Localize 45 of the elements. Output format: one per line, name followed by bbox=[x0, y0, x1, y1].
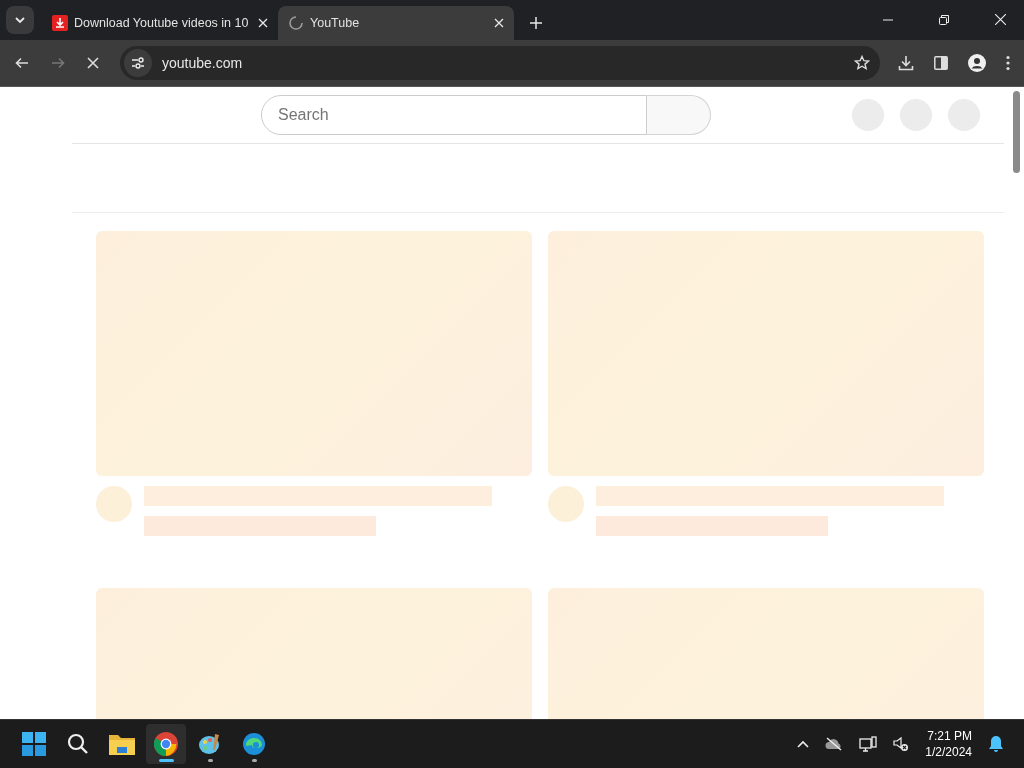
speaker-muted-icon[interactable] bbox=[893, 736, 910, 752]
edge-browser-icon bbox=[242, 732, 266, 756]
tab-title: Download Youtube videos in 10 bbox=[74, 16, 250, 30]
running-indicator bbox=[208, 759, 213, 762]
new-tab-icon[interactable] bbox=[530, 17, 542, 29]
skeleton-avatar bbox=[548, 486, 584, 522]
close-icon[interactable] bbox=[995, 14, 1006, 25]
profile-icon[interactable] bbox=[968, 54, 986, 72]
browser-icon bbox=[154, 732, 178, 756]
search-field[interactable]: Search bbox=[261, 95, 647, 135]
running-indicator bbox=[159, 759, 174, 762]
stop-icon[interactable] bbox=[86, 56, 100, 70]
star-icon[interactable] bbox=[854, 55, 870, 71]
skeleton-avatar bbox=[96, 486, 132, 522]
tab-title: YouTube bbox=[310, 16, 361, 30]
back-icon[interactable] bbox=[14, 55, 30, 71]
cloud-off-icon[interactable] bbox=[825, 737, 844, 751]
side-panel-icon[interactable] bbox=[934, 56, 948, 70]
clock[interactable]: 7:21 PM 1/2/2024 bbox=[925, 728, 972, 760]
browser-tab[interactable]: YouTube bbox=[278, 6, 514, 40]
loading-spinner-icon bbox=[288, 15, 304, 31]
scrollbar-thumb[interactable] bbox=[1012, 91, 1020, 173]
clock-time: 7:21 PM bbox=[927, 728, 972, 744]
chevron-up-icon[interactable] bbox=[797, 740, 810, 748]
search-icon bbox=[66, 732, 90, 756]
chevron-down-icon bbox=[14, 14, 26, 26]
close-icon[interactable] bbox=[258, 18, 268, 28]
notification-bell-icon[interactable] bbox=[988, 735, 1004, 753]
running-indicator bbox=[252, 759, 257, 762]
url-text: youtube.com bbox=[162, 55, 244, 71]
taskbar-app[interactable] bbox=[146, 724, 186, 764]
address-bar[interactable]: youtube.com bbox=[120, 46, 880, 80]
download-icon[interactable] bbox=[898, 55, 914, 71]
restore-icon[interactable] bbox=[939, 15, 949, 25]
folder-icon bbox=[109, 733, 135, 755]
browser-tab[interactable]: Download Youtube videos in 10 bbox=[42, 6, 278, 40]
site-settings-icon[interactable] bbox=[124, 49, 152, 77]
windows-logo-icon bbox=[22, 732, 46, 756]
clock-date: 1/2/2024 bbox=[925, 744, 972, 760]
close-icon[interactable] bbox=[494, 18, 504, 28]
tab-search-button[interactable] bbox=[6, 6, 34, 34]
download-icon bbox=[52, 15, 68, 31]
menu-icon[interactable] bbox=[1006, 55, 1010, 71]
network-icon[interactable] bbox=[859, 736, 878, 752]
palette-icon bbox=[198, 732, 222, 756]
